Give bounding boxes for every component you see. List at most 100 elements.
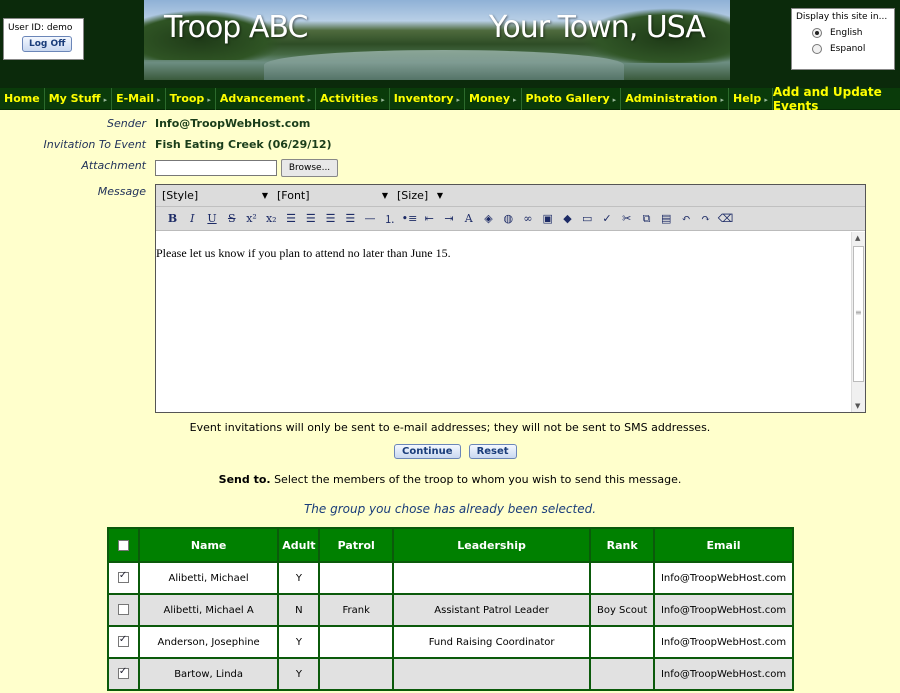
horizontal-rule-icon[interactable]: —: [361, 210, 380, 228]
submenu-arrow-icon: ▸: [103, 95, 108, 104]
globe-icon[interactable]: ◍: [499, 210, 518, 228]
cell-email: Info@TroopWebHost.com: [653, 625, 794, 659]
nav-item-e-mail[interactable]: E-Mail ▸: [112, 87, 166, 110]
spellcheck-icon[interactable]: ✓: [598, 210, 617, 228]
table-icon[interactable]: ▭: [578, 210, 597, 228]
attachment-label: Attachment: [81, 159, 146, 172]
underline-icon[interactable]: U: [203, 210, 222, 228]
reset-button[interactable]: Reset: [468, 444, 517, 459]
column-header-patrol[interactable]: Patrol: [318, 527, 394, 563]
indent-icon[interactable]: ⇥: [440, 210, 459, 228]
select-cell: [107, 625, 140, 659]
submenu-arrow-icon: ▸: [513, 95, 517, 104]
highlight-icon[interactable]: ◈: [479, 210, 498, 228]
column-header-name[interactable]: Name: [137, 527, 280, 563]
send-to-text: Select the members of the troop to whom …: [270, 473, 682, 486]
cell-name: Alibetti, Michael: [137, 561, 280, 595]
banner-troop-name: Troop ABC: [164, 10, 308, 45]
nav-item-administration[interactable]: Administration ▸: [621, 87, 729, 110]
cell-adult: Y: [277, 561, 321, 595]
copy-icon[interactable]: ⧉: [637, 210, 656, 228]
language-box: Display this site in... English Espanol: [791, 8, 895, 70]
submenu-arrow-icon: ▸: [207, 95, 211, 104]
bold-icon[interactable]: B: [163, 210, 182, 228]
subscript-icon[interactable]: x₂: [262, 210, 281, 228]
nav-item-label: E-Mail: [116, 91, 155, 105]
align-center-icon[interactable]: ☰: [301, 210, 320, 228]
editor-scrollbar[interactable]: ▲ ≡ ▼: [851, 232, 865, 412]
member-checkbox[interactable]: [117, 666, 129, 680]
strikethrough-icon[interactable]: S: [222, 210, 241, 228]
chevron-down-icon: ▼: [261, 191, 268, 200]
nav-item-troop[interactable]: Troop ▸: [166, 87, 216, 110]
member-checkbox[interactable]: [117, 570, 129, 584]
cell-patrol: [318, 561, 394, 595]
column-header-leadership[interactable]: Leadership: [391, 527, 592, 563]
nav-item-activities[interactable]: Activities ▸: [316, 87, 390, 110]
size-select[interactable]: [Size] ▼: [394, 187, 446, 204]
column-header-email[interactable]: Email: [653, 527, 794, 563]
grip-icon: ≡: [855, 308, 862, 317]
nav-item-photo-gallery[interactable]: Photo Gallery ▸: [522, 87, 622, 110]
nav-item-inventory[interactable]: Inventory ▸: [390, 87, 466, 110]
nav-item-my-stuff[interactable]: My Stuff ▸: [45, 87, 113, 110]
nav-item-advancement[interactable]: Advancement ▸: [216, 87, 317, 110]
italic-icon[interactable]: I: [183, 210, 202, 228]
column-header-adult[interactable]: Adult: [277, 527, 321, 563]
nav-item-help[interactable]: Help ▸: [729, 87, 773, 110]
cell-leadership: Fund Raising Coordinator: [391, 625, 592, 659]
style-select[interactable]: [Style] ▼: [159, 187, 271, 204]
paste-icon[interactable]: ▤: [657, 210, 676, 228]
bullet-list-icon[interactable]: •≡: [400, 210, 419, 228]
nav-item-label: Home: [4, 91, 40, 105]
link-icon[interactable]: ∞: [519, 210, 538, 228]
logoff-button[interactable]: Log Off: [22, 36, 73, 52]
member-checkbox[interactable]: [117, 604, 129, 616]
justify-icon[interactable]: ☰: [341, 210, 360, 228]
table-object-icon[interactable]: ◆: [558, 210, 577, 228]
superscript-icon[interactable]: x²: [242, 210, 261, 228]
font-color-icon[interactable]: A: [459, 210, 478, 228]
nav-item-home[interactable]: Home: [0, 87, 45, 110]
font-select[interactable]: [Font] ▼: [274, 187, 391, 204]
browse-button[interactable]: Browse...: [281, 159, 338, 177]
select-all-checkbox[interactable]: [117, 540, 129, 551]
members-table: Name Adult Patrol Leadership Rank Email …: [107, 527, 794, 691]
attachment-input[interactable]: [155, 160, 277, 176]
column-header-rank[interactable]: Rank: [589, 527, 656, 563]
image-icon[interactable]: ▣: [538, 210, 557, 228]
language-option-espanol[interactable]: Espanol: [812, 44, 890, 54]
message-text-area[interactable]: Please let us know if you plan to attend…: [156, 232, 850, 412]
site-header: User ID: demo Log Off Troop ABC Your Tow…: [0, 0, 900, 88]
cut-icon[interactable]: ✂: [617, 210, 636, 228]
sms-note: Event invitations will only be sent to e…: [189, 421, 711, 434]
nav-item-money[interactable]: Money ▸: [465, 87, 522, 110]
cell-adult: N: [277, 593, 321, 627]
nav-item-label: My Stuff: [48, 91, 101, 105]
user-box: User ID: demo Log Off: [3, 18, 84, 60]
scroll-down-icon[interactable]: ▼: [855, 402, 860, 410]
cell-name: Alibetti, Michael A: [137, 593, 280, 627]
align-left-icon[interactable]: ☰: [282, 210, 301, 228]
radio-english[interactable]: [812, 28, 822, 38]
nav-item-label: Advancement: [219, 91, 305, 105]
outdent-icon[interactable]: ⇤: [420, 210, 439, 228]
continue-button[interactable]: Continue: [394, 444, 461, 459]
language-option-label: Espanol: [830, 44, 866, 54]
nav-item-label: Help: [733, 91, 762, 105]
cell-leadership: [391, 561, 592, 595]
redo-icon[interactable]: ↷: [696, 210, 715, 228]
scroll-up-icon[interactable]: ▲: [855, 234, 860, 242]
language-option-english[interactable]: English: [812, 28, 890, 38]
align-right-icon[interactable]: ☰: [321, 210, 340, 228]
submenu-arrow-icon: ▸: [381, 95, 385, 104]
group-selected-message: The group you chose has already been sel…: [303, 502, 597, 516]
cell-leadership: Assistant Patrol Leader: [391, 593, 592, 627]
ordered-list-icon[interactable]: ⒈: [380, 210, 399, 228]
select-all-header: [107, 527, 140, 563]
message-editor: [Style] ▼ [Font] ▼ [Size] ▼ B I U Sx² x₂ ☰ ☰ ☰ ☰ — ⒈ •…: [155, 184, 866, 413]
undo-icon[interactable]: ↶: [677, 210, 696, 228]
radio-espanol[interactable]: [812, 44, 822, 54]
clear-format-icon[interactable]: ⌫: [716, 210, 735, 228]
member-checkbox[interactable]: [117, 634, 129, 648]
